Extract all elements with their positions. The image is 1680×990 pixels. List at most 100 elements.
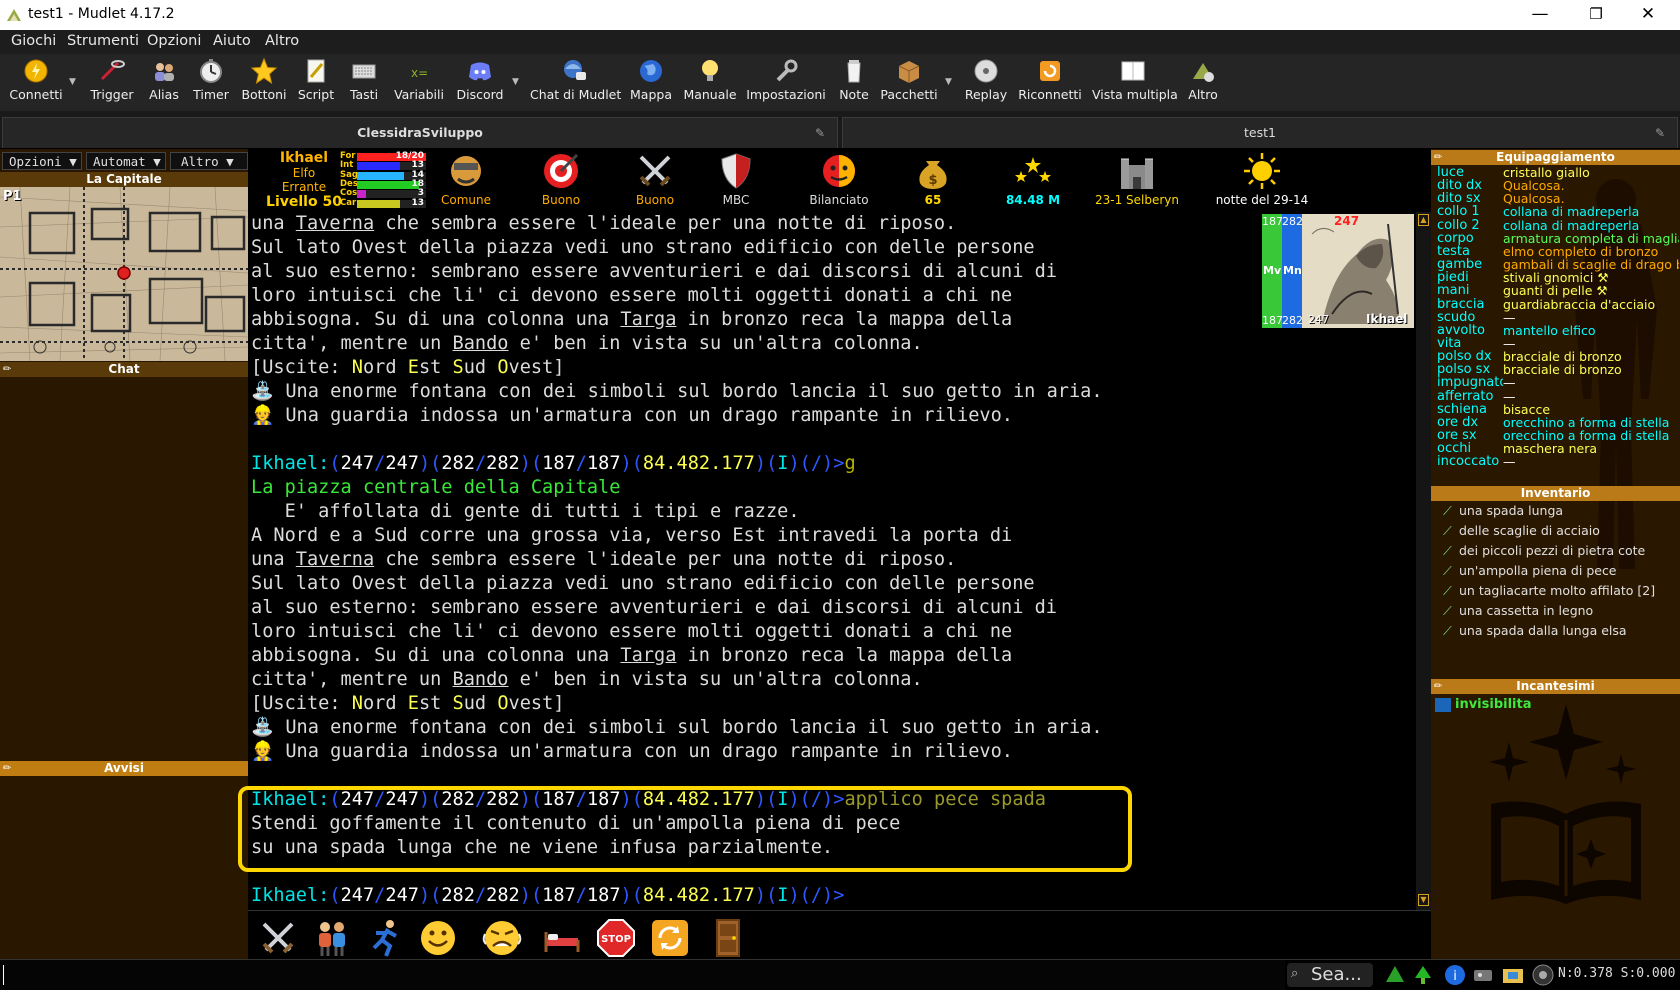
toolbar-note-button[interactable]: Note [834, 57, 874, 102]
console-segment[interactable]: Bando [453, 669, 509, 690]
running-icon[interactable] [366, 918, 406, 958]
console-segment: ud [463, 693, 498, 714]
toolbar-alias-button[interactable]: Alias [142, 57, 186, 102]
char-name: Ikhael [279, 150, 329, 166]
console-segment: che sembra essere l'ideale per una notte… [374, 213, 957, 234]
chat-icon [564, 60, 586, 80]
scroll-down-button[interactable]: ▼ [1418, 894, 1429, 906]
toolbar-script-button[interactable]: Script [294, 57, 338, 102]
inventory-item[interactable]: ⟋ una cassetta in legno [1443, 603, 1593, 619]
profile-tabs: ClessidraSviluppo ✎ test1 ✎ [0, 111, 1680, 148]
inventory-item[interactable]: ⟋ un tagliacarte molto affilato [2] [1443, 583, 1655, 599]
console-scrollbar[interactable]: ▲ ▼ [1416, 212, 1431, 910]
console-segment[interactable]: Targa [620, 645, 676, 666]
console-segment: 187 [542, 885, 576, 906]
right-panel: ✏ Equipaggiamento luce cristallo giallo dit… [1431, 149, 1680, 959]
toolbar-riconnetti-button[interactable]: Riconnetti [1016, 57, 1084, 102]
tray-device-icon[interactable] [1471, 963, 1495, 987]
toolbar-mappa-button[interactable]: Mappa [626, 57, 676, 102]
menu-altro[interactable]: Altro [265, 33, 299, 49]
inventory-item[interactable]: ⟋ un'ampolla piena di pece [1443, 563, 1617, 579]
altro-dropdown[interactable]: Altro ▼ [170, 152, 248, 170]
close-button[interactable]: ✕ [1620, 0, 1676, 30]
crossed-swords-icon[interactable] [258, 918, 298, 958]
maximize-button[interactable]: ❐ [1568, 0, 1624, 30]
toolbar-altro-button[interactable]: Altro [1184, 57, 1222, 102]
search-box[interactable]: ⌕ Sea... [1287, 963, 1373, 987]
item-label: delle scaglie di acciaio [1459, 523, 1600, 538]
group-icon[interactable] [312, 918, 352, 958]
stop-sign-icon[interactable]: STOP [596, 918, 636, 958]
equip-item[interactable]: — [1503, 454, 1679, 469]
refresh-icon[interactable] [650, 918, 690, 958]
tab-test1[interactable]: test1 ✎ [842, 117, 1678, 148]
console-segment[interactable]: Bando [453, 333, 509, 354]
toolbar-vista-multipla-button[interactable]: Vista multipla [1092, 57, 1178, 102]
opzioni-dropdown[interactable]: Opzioni ▼ [2, 152, 82, 170]
console-segment: )(/)> [788, 453, 845, 474]
command-input[interactable] [0, 960, 1285, 990]
mood-icon [823, 155, 855, 187]
timer-icon [200, 59, 222, 83]
console-segment: 👷 [251, 405, 275, 426]
search-icon: ⌕ [1291, 966, 1299, 981]
menu-aiuto[interactable]: Aiuto [213, 33, 251, 49]
target-icon [544, 153, 579, 188]
console-line: ⛲ Una enorme fontana con dei simboli sul… [251, 716, 1103, 740]
discord-dropdown-arrow[interactable]: ▼ [512, 77, 519, 87]
stat-bar-fill [357, 171, 404, 180]
window-title: test1 - Mudlet 4.17.2 [28, 6, 175, 22]
pacchetti-dropdown-arrow[interactable]: ▼ [945, 77, 952, 87]
angry-face-icon[interactable] [482, 918, 522, 958]
console-segment: Una guardia indossa un'armatura con un d… [274, 741, 1013, 762]
console-segment: 247 [340, 885, 375, 906]
tray-record-icon[interactable] [1531, 963, 1555, 987]
toolbar-tasti-button[interactable]: Tasti [342, 57, 386, 102]
console-segment[interactable]: Targa [620, 309, 676, 330]
smiley-icon[interactable] [418, 918, 458, 958]
tray-tree-icon[interactable] [1383, 963, 1407, 987]
console-line: E' affollata di gente di tutti i tipi e … [251, 500, 800, 524]
door-icon[interactable] [708, 918, 748, 958]
inventory-item[interactable]: ⟋ dei piccoli pezzi di pietra cote [1443, 543, 1645, 559]
tray-folder-icon[interactable] [1501, 963, 1525, 987]
minimize-button[interactable]: — [1512, 0, 1568, 30]
automat-dropdown[interactable]: Automat ▼ [86, 152, 166, 170]
tray-info-icon[interactable]: i [1443, 963, 1467, 987]
menu-strumenti[interactable]: Strumenti [67, 33, 139, 49]
toolbar-replay-button[interactable]: Replay [964, 57, 1008, 102]
toolbar-discord-button[interactable]: Discord [454, 57, 506, 102]
toolbar-impostazioni-button[interactable]: Impostazioni [744, 57, 828, 102]
toolbar-timer-button[interactable]: Timer [188, 57, 234, 102]
tray-tree2-icon[interactable] [1411, 963, 1435, 987]
bed-icon[interactable] [542, 918, 582, 958]
console-segment[interactable]: Taverna [296, 213, 374, 234]
inventory-item[interactable]: ⟋ una spada lunga [1443, 503, 1563, 519]
toolbar-variabili-button[interactable]: x= Variabili [392, 57, 446, 102]
pin-icon[interactable]: ✎ [815, 118, 825, 148]
console-segment[interactable]: Taverna [296, 549, 374, 570]
toolbar-connetti-button[interactable]: Connetti [8, 57, 64, 102]
console-segment: )( [620, 453, 643, 474]
toolbar-trigger-button[interactable]: Trigger [86, 57, 138, 102]
toolbar-manuale-button[interactable]: Manuale [682, 57, 738, 102]
connetti-dropdown-arrow[interactable]: ▼ [69, 77, 76, 87]
tab-clessidrasviluppo[interactable]: ClessidraSviluppo ✎ [2, 117, 838, 148]
inventory-item[interactable]: ⟋ una spada dalla lunga elsa [1443, 623, 1627, 639]
toolbar-bottoni-button[interactable]: Bottoni [238, 57, 290, 102]
toolbar-chat-button[interactable]: Chat di Mudlet [530, 57, 621, 102]
scroll-up-button[interactable]: ▲ [1418, 214, 1429, 226]
inventory-item[interactable]: ⟋ delle scaglie di acciaio [1443, 523, 1600, 539]
avvisi-panel-title: ✏ Avvisi [0, 761, 248, 776]
console-line: Ikhael:(247/247)(282/282)(187/187)(84.48… [251, 452, 856, 476]
item-icon: ⟋ [1443, 523, 1452, 538]
mv-bar: 187 Mv 187 [1262, 214, 1283, 328]
toolbar-pacchetti-button[interactable]: Pacchetti [880, 57, 938, 102]
map-view[interactable]: P1 [0, 187, 248, 361]
menu-giochi[interactable]: Giochi [11, 33, 56, 49]
pin-icon[interactable]: ✎ [1655, 118, 1665, 148]
menu-opzioni[interactable]: Opzioni [147, 33, 201, 49]
item-label: un tagliacarte molto affilato [2] [1459, 583, 1656, 598]
console-line: ⛲ Una enorme fontana con dei simboli sul… [251, 380, 1103, 404]
console-segment: una [251, 549, 296, 570]
